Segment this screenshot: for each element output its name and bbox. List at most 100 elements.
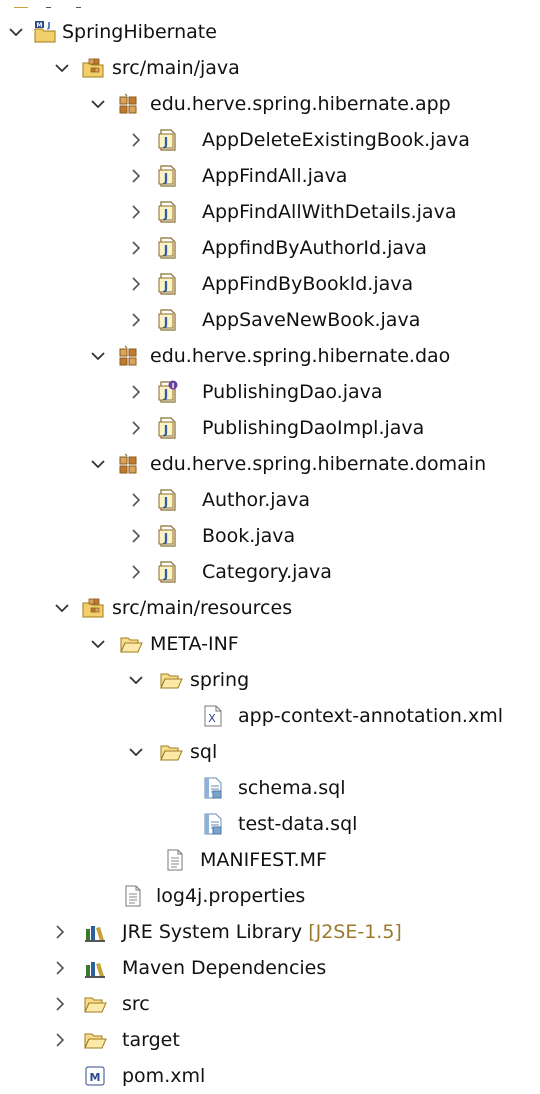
tree-item-label: PublishingDaoImpl.java: [202, 417, 425, 439]
expanded-chevron-icon[interactable]: [50, 50, 74, 86]
package-icon: [116, 338, 142, 374]
collapsed-chevron-icon[interactable]: [124, 374, 148, 410]
maven-project-icon: [32, 14, 58, 50]
java-file-icon: [155, 554, 181, 590]
tree-item-label: AppfindByAuthorId.java: [202, 237, 427, 259]
tree-item-label: edu.herve.spring.hibernate.domain: [150, 453, 487, 475]
tree-item-xml-file[interactable]: app-context-annotation.xml: [0, 698, 540, 734]
collapsed-chevron-icon[interactable]: [124, 482, 148, 518]
collapsed-chevron-icon[interactable]: [48, 1022, 72, 1058]
java-file-icon: [155, 482, 181, 518]
tree-item-java-file[interactable]: Category.java: [0, 554, 540, 590]
source-folder-icon: [80, 590, 106, 626]
expanded-chevron-icon[interactable]: [86, 446, 110, 482]
tree-item-label: log4j.properties: [156, 885, 306, 907]
tree-item-log4j[interactable]: log4j.properties: [0, 878, 540, 914]
collapsed-chevron-icon[interactable]: [124, 302, 148, 338]
tree-item-label: AppDeleteExistingBook.java: [202, 129, 470, 151]
folder-open-icon: [158, 662, 184, 698]
expanded-chevron-icon[interactable]: [86, 86, 110, 122]
tree-item-label: SpringHibernate: [62, 21, 217, 43]
jre-label-text: JRE System Library: [122, 921, 303, 943]
tree-item-label: edu.herve.spring.hibernate.dao: [150, 345, 451, 367]
collapsed-chevron-icon[interactable]: [124, 230, 148, 266]
maven-pom-icon: [82, 1058, 108, 1094]
collapsed-chevron-icon[interactable]: [124, 122, 148, 158]
expanded-chevron-icon[interactable]: [124, 662, 148, 698]
xml-file-icon: [200, 698, 226, 734]
expanded-chevron-icon[interactable]: [4, 14, 28, 50]
jre-version-decoration: [J2SE-1.5]: [308, 921, 402, 943]
expanded-chevron-icon[interactable]: [50, 590, 74, 626]
java-interface-icon: [155, 374, 181, 410]
tree-item-label: src/main/resources: [112, 597, 293, 619]
tree-item-label: META-INF: [150, 633, 239, 655]
tree-item-sql[interactable]: sql: [0, 734, 540, 770]
tree-item-pom-xml[interactable]: pom.xml: [0, 1058, 540, 1091]
collapsed-chevron-icon[interactable]: [124, 158, 148, 194]
tree-item-label: edu.herve.spring.hibernate.app: [150, 93, 451, 115]
library-icon: [82, 950, 108, 986]
java-file-icon: [155, 158, 181, 194]
tree-item-java-file[interactable]: AppfindByAuthorId.java: [0, 230, 540, 266]
tree-item-java-file[interactable]: Author.java: [0, 482, 540, 518]
tree-item-package-dao[interactable]: edu.herve.spring.hibernate.dao: [0, 338, 540, 374]
sql-file-icon: [200, 770, 226, 806]
tree-item-meta-inf[interactable]: META-INF: [0, 626, 540, 662]
tree-item-package-app[interactable]: edu.herve.spring.hibernate.app: [0, 86, 540, 122]
collapsed-chevron-icon[interactable]: [48, 914, 72, 950]
tree-item-label: src/main/java: [112, 57, 240, 79]
tree-item-label: spring: [190, 669, 250, 691]
folder-icon: [82, 1022, 108, 1058]
tree-item-label: pom.xml: [122, 1065, 206, 1087]
tree-item-java-file[interactable]: PublishingDaoImpl.java: [0, 410, 540, 446]
collapsed-chevron-icon[interactable]: [124, 518, 148, 554]
tree-item-java-file[interactable]: AppDeleteExistingBook.java: [0, 122, 540, 158]
collapsed-chevron-icon[interactable]: [124, 554, 148, 590]
tree-item-manifest[interactable]: MANIFEST.MF: [0, 842, 540, 878]
tree-item-java-file[interactable]: AppSaveNewBook.java: [0, 302, 540, 338]
tree-item-spring[interactable]: spring: [0, 662, 540, 698]
java-file-icon: [155, 302, 181, 338]
collapsed-chevron-icon[interactable]: [48, 950, 72, 986]
text-file-icon: [162, 842, 188, 878]
tree-item-maven-dependencies[interactable]: Maven Dependencies: [0, 950, 540, 986]
tree-item-jre-system-library[interactable]: JRE System Library [J2SE-1.5]: [0, 914, 540, 950]
java-file-icon: [155, 194, 181, 230]
tree-item-sql-file[interactable]: test-data.sql: [0, 806, 540, 842]
collapsed-chevron-icon[interactable]: [48, 986, 72, 1022]
tree-item-java-file[interactable]: AppFindAll.java: [0, 158, 540, 194]
tree-item-label: Maven Dependencies: [122, 957, 327, 979]
tree-item-target[interactable]: target: [0, 1022, 540, 1058]
tree-item-label: AppFindAllWithDetails.java: [202, 201, 457, 223]
tree-item-java-file[interactable]: Book.java: [0, 518, 540, 554]
expanded-chevron-icon[interactable]: [86, 338, 110, 374]
tree-item-label: Author.java: [202, 489, 311, 511]
tree-item-src[interactable]: src: [0, 986, 540, 1022]
tree-item-src-main-resources[interactable]: src/main/resources: [0, 590, 540, 626]
expanded-chevron-icon[interactable]: [86, 626, 110, 662]
tree-item-label: AppSaveNewBook.java: [202, 309, 421, 331]
collapsed-chevron-icon[interactable]: [124, 266, 148, 302]
collapsed-chevron-icon[interactable]: [124, 194, 148, 230]
java-file-icon: [155, 410, 181, 446]
package-icon: [116, 86, 142, 122]
package-icon: [116, 446, 142, 482]
java-file-icon: [155, 518, 181, 554]
tree-item-sql-file[interactable]: schema.sql: [0, 770, 540, 806]
tree-item-label: AppFindAll.java: [202, 165, 348, 187]
tree-item-label: app-context-annotation.xml: [238, 705, 503, 727]
collapsed-chevron-icon[interactable]: [124, 410, 148, 446]
tree-item-label: PublishingDao.java: [202, 381, 383, 403]
tree-item-java-file[interactable]: AppFindByBookId.java: [0, 266, 540, 302]
tree-item-label: target: [122, 1029, 180, 1051]
tree-item-springhibernate[interactable]: SpringHibernate: [0, 14, 540, 50]
tree-item-java-file[interactable]: AppFindAllWithDetails.java: [0, 194, 540, 230]
tree-item-label: MANIFEST.MF: [200, 849, 327, 871]
tree-item-label: test-data.sql: [238, 813, 358, 835]
expanded-chevron-icon[interactable]: [124, 734, 148, 770]
tree-item-interface-file[interactable]: PublishingDao.java: [0, 374, 540, 410]
folder-open-icon: [158, 734, 184, 770]
tree-item-package-domain[interactable]: edu.herve.spring.hibernate.domain: [0, 446, 540, 482]
tree-item-src-main-java[interactable]: src/main/java: [0, 50, 540, 86]
